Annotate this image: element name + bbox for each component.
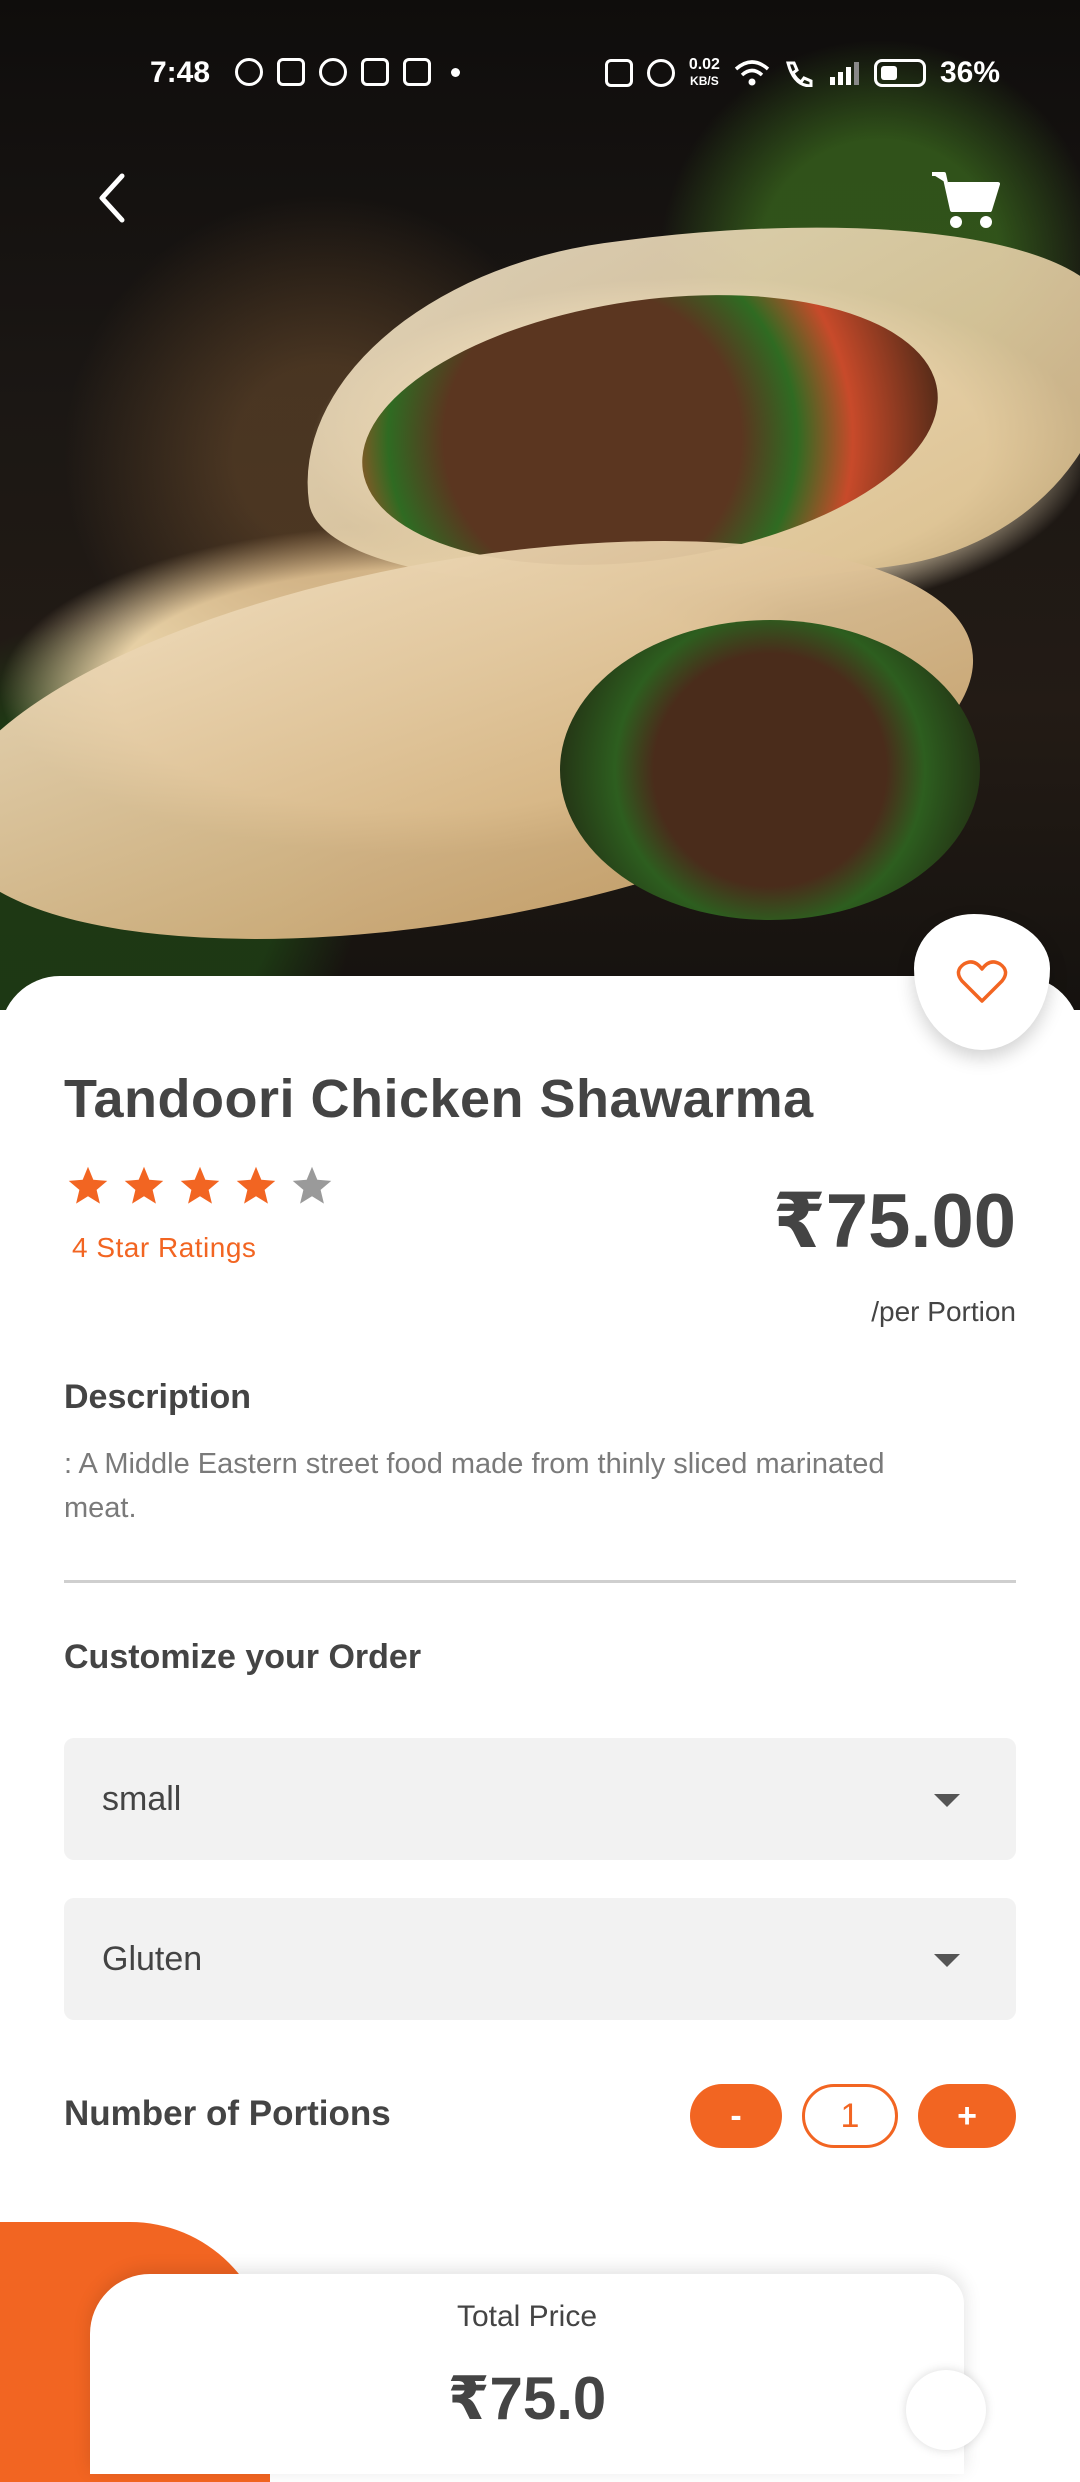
- network-speed-unit: KB/S: [690, 74, 719, 88]
- notification-icons: [235, 58, 460, 86]
- star-rating: [66, 1164, 334, 1208]
- wrap-bottom-filling-image-part: [560, 620, 980, 920]
- product-title: Tandoori Chicken Shawarma: [64, 1069, 814, 1129]
- checkout-round-button[interactable]: [906, 2370, 986, 2450]
- star-filled-icon: [68, 1166, 108, 1204]
- heart-icon: [956, 960, 1008, 1003]
- battery-percentage: 36%: [939, 56, 1000, 89]
- star-empty-icon: [292, 1166, 332, 1204]
- status-time: 7:48: [150, 56, 211, 89]
- product-hero-image: [0, 0, 1080, 1010]
- star-filled-icon: [236, 1166, 276, 1204]
- alarm-icon: [646, 59, 675, 87]
- instagram-icon: [277, 58, 305, 86]
- notification-muted-icon: [604, 59, 633, 87]
- price-unit: /per Portion: [871, 1296, 1016, 1327]
- battery-icon: [873, 59, 926, 87]
- star-filled-icon: [180, 1166, 220, 1204]
- diet-dropdown[interactable]: Gluten: [64, 1898, 1016, 2020]
- gmail-icon: [361, 58, 389, 86]
- total-price-value: ₹75.0: [447, 2365, 607, 2432]
- diet-dropdown-value: Gluten: [102, 1939, 203, 1978]
- increase-portions-button[interactable]: +: [918, 2084, 1016, 2148]
- cart-button[interactable]: [930, 168, 1002, 232]
- description-text: : A Middle Eastern street food made from…: [64, 1448, 885, 1524]
- wifi-calling-icon: [786, 61, 813, 87]
- network-speed: 0.02 KB/S: [689, 57, 720, 89]
- size-dropdown-value: small: [102, 1779, 182, 1818]
- chat-bubble-icon: [235, 58, 263, 86]
- portion-quantity: 1: [802, 2084, 898, 2148]
- chevron-left-icon: [99, 173, 125, 223]
- app-notification-icon: [403, 58, 431, 86]
- total-price-label: Total Price: [456, 2300, 598, 2333]
- reddit-icon: [319, 58, 347, 86]
- product-price: ₹75.00: [772, 1179, 1016, 1264]
- star-filled-icon: [124, 1166, 164, 1204]
- status-bar: 7:48 0.02 KB/S 36%: [0, 46, 1080, 98]
- customize-heading: Customize your Order: [64, 1638, 422, 1676]
- dropdown-caret-icon: [934, 1794, 960, 1807]
- more-notifications-dot-icon: [451, 67, 460, 77]
- portions-label: Number of Portions: [64, 2094, 391, 2133]
- shopping-cart-icon: [932, 172, 1000, 228]
- system-icons: 0.02 KB/S 36%: [604, 56, 1000, 90]
- signal-strength-icon: [829, 62, 859, 85]
- description-heading: Description: [64, 1378, 252, 1416]
- size-dropdown[interactable]: small: [64, 1738, 1016, 1860]
- divider: [64, 1580, 1016, 1583]
- decrease-portions-button[interactable]: -: [690, 2084, 782, 2148]
- back-button[interactable]: [88, 168, 138, 228]
- wifi-icon: [734, 60, 770, 86]
- total-price-card: Total Price ₹75.0: [90, 2274, 964, 2474]
- network-speed-value: 0.02: [688, 56, 720, 73]
- dropdown-caret-icon: [934, 1954, 960, 1967]
- rating-label: 4 Star Ratings: [72, 1232, 257, 1263]
